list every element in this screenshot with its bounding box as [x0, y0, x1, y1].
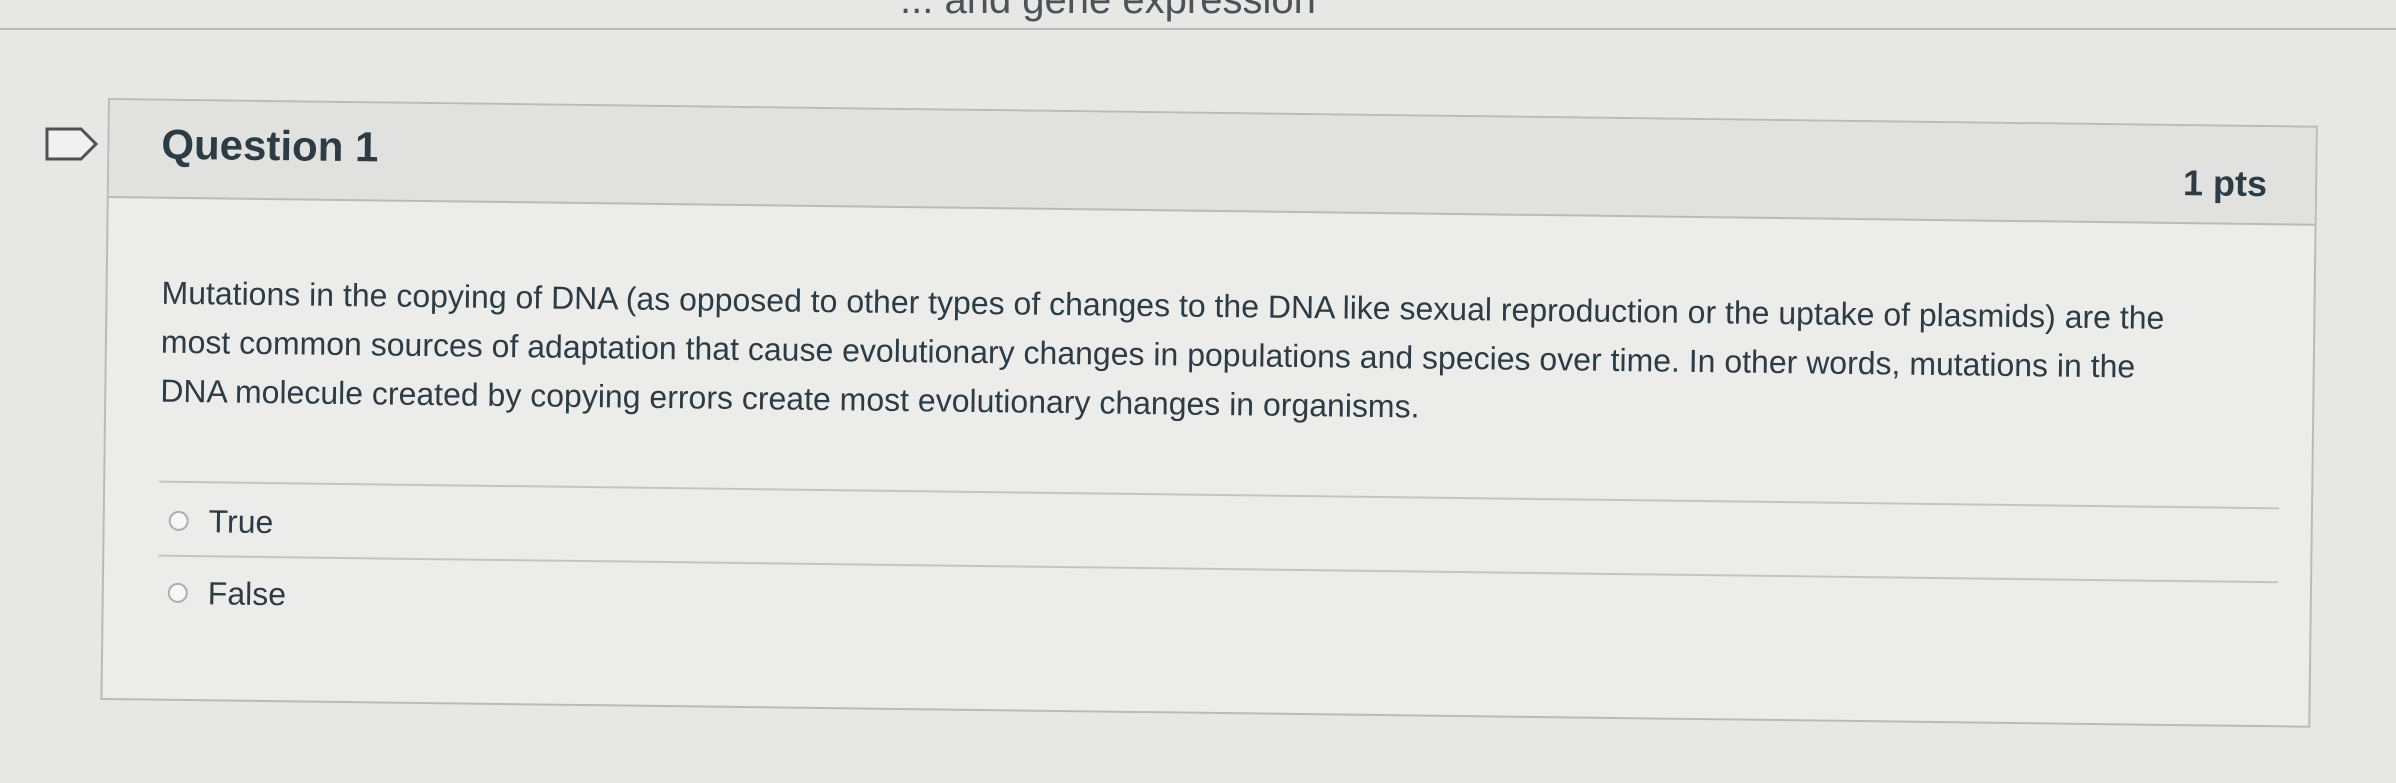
answer-divider-top — [159, 480, 2280, 510]
question-points: 1 pts — [2182, 162, 2268, 205]
top-divider — [0, 28, 2396, 30]
question-card: Question 1 1 pts Mutations in the copyin… — [100, 98, 2318, 728]
radio-unselected-icon[interactable] — [167, 582, 188, 604]
answer-label-true: True — [208, 502, 274, 540]
question-header: Question 1 1 pts — [108, 100, 2316, 226]
top-cropped-text: ... and gene expression — [900, 0, 1316, 22]
answer-divider-middle — [158, 554, 2279, 584]
answer-option-true[interactable]: True — [168, 499, 274, 544]
radio-unselected-icon[interactable] — [168, 510, 189, 532]
flag-outline-icon[interactable] — [44, 126, 100, 162]
answer-label-false: False — [207, 574, 287, 612]
question-text: Mutations in the copying of DNA (as oppo… — [160, 274, 2165, 425]
answer-option-false[interactable]: False — [167, 571, 287, 616]
question-title: Question 1 — [161, 120, 379, 171]
